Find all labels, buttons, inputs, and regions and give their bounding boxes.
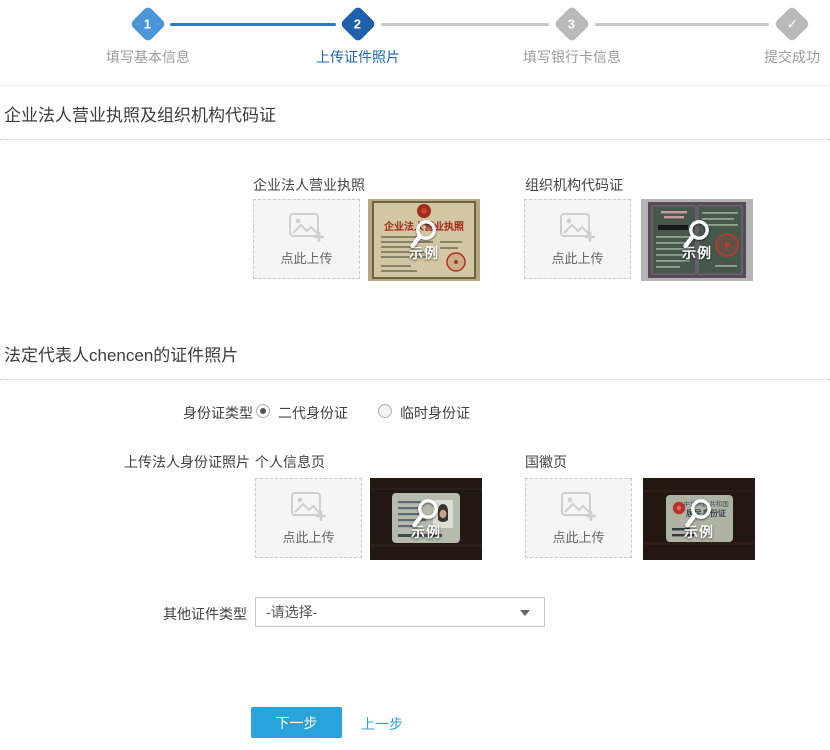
- id-emblem-page-example[interactable]: 中华人民共和国 居民身份证 示例: [643, 478, 755, 560]
- other-cert-type-select[interactable]: -请选择-: [255, 597, 545, 627]
- emblem-page-label: 国徽页: [525, 452, 567, 472]
- step-1-icon: 1: [130, 6, 167, 43]
- upload-hint-text: 点此上传: [282, 527, 334, 546]
- sample-id-name: 居民身份证: [686, 508, 726, 518]
- license-section-divider: [0, 139, 830, 140]
- stepper-connector-1: [170, 23, 336, 26]
- check-icon: ✓: [787, 16, 798, 32]
- chevron-down-icon: [520, 610, 530, 616]
- step-2-label: 上传证件照片: [278, 47, 438, 67]
- org-code-cert-sample-image: [641, 199, 753, 281]
- business-license-upload-box[interactable]: 点此上传: [253, 199, 360, 279]
- radio-second-gen-id-label[interactable]: 二代身份证: [278, 403, 348, 423]
- radio-second-gen-id[interactable]: [256, 404, 270, 418]
- step-3-label: 填写银行卡信息: [492, 47, 652, 67]
- step-1-label: 填写基本信息: [68, 47, 228, 67]
- image-upload-icon: [560, 490, 598, 522]
- upload-hint-text: 点此上传: [552, 527, 604, 546]
- id-personal-sample-image: [370, 478, 482, 560]
- id-personal-page-example[interactable]: 示例: [370, 478, 482, 560]
- business-license-label: 企业法人营业执照: [253, 175, 365, 195]
- previous-step-link[interactable]: 上一步: [361, 714, 403, 734]
- image-upload-icon: [559, 211, 597, 243]
- step-3-icon: 3: [554, 6, 591, 43]
- id-emblem-sample-image: 中华人民共和国 居民身份证: [643, 478, 755, 560]
- idcard-section-divider: [0, 379, 830, 380]
- id-emblem-page-upload-box[interactable]: 点此上传: [525, 478, 632, 558]
- org-code-cert-upload-box[interactable]: 点此上传: [524, 199, 631, 279]
- license-section-title: 企业法人营业执照及组织机构代码证: [4, 101, 276, 126]
- selected-option: -请选择-: [266, 604, 317, 620]
- id-type-label: 身份证类型: [0, 403, 253, 423]
- stepper-connector-2: [381, 23, 549, 26]
- idcard-section-title: 法定代表人chencen的证件照片: [4, 341, 238, 366]
- image-upload-icon: [288, 211, 326, 243]
- other-cert-type-label: 其他证件类型: [0, 604, 247, 624]
- wizard-stepper: 1 2 3 ✓ 填写基本信息 上传证件照片 填写银行卡信息 提交成功: [0, 0, 830, 85]
- step-2-icon: 2: [340, 6, 377, 43]
- stepper-connector-3: [595, 23, 769, 26]
- image-upload-icon: [290, 490, 328, 522]
- next-step-button[interactable]: 下一步: [251, 707, 342, 738]
- id-upload-label: 上传法人身份证照片: [0, 452, 250, 472]
- step-2-number: 2: [354, 16, 361, 31]
- upload-hint-text: 点此上传: [280, 248, 332, 267]
- header-divider: [0, 85, 830, 86]
- sample-id-country: 中华人民共和国: [683, 499, 729, 508]
- org-code-cert-example[interactable]: 示例: [641, 199, 753, 281]
- enterprise-verification-page: 1 2 3 ✓ 填写基本信息 上传证件照片 填写银行卡信息 提交成功 企业法人营…: [0, 0, 830, 750]
- id-personal-page-upload-box[interactable]: 点此上传: [255, 478, 362, 558]
- business-license-example[interactable]: 企业法人营业执照 示例: [368, 199, 480, 281]
- business-license-sample-image: 企业法人营业执照: [368, 199, 480, 281]
- sample-license-title: 企业法人营业执照: [383, 220, 464, 233]
- step-3-number: 3: [568, 16, 575, 31]
- org-code-cert-label: 组织机构代码证: [525, 175, 623, 195]
- step-4-label: 提交成功: [712, 47, 830, 67]
- step-4-check-icon: ✓: [774, 6, 811, 43]
- step-1-number: 1: [144, 16, 151, 31]
- personal-info-page-label: 个人信息页: [255, 452, 325, 472]
- radio-temp-id-label[interactable]: 临时身份证: [400, 403, 470, 423]
- upload-hint-text: 点此上传: [551, 248, 603, 267]
- radio-temp-id[interactable]: [378, 404, 392, 418]
